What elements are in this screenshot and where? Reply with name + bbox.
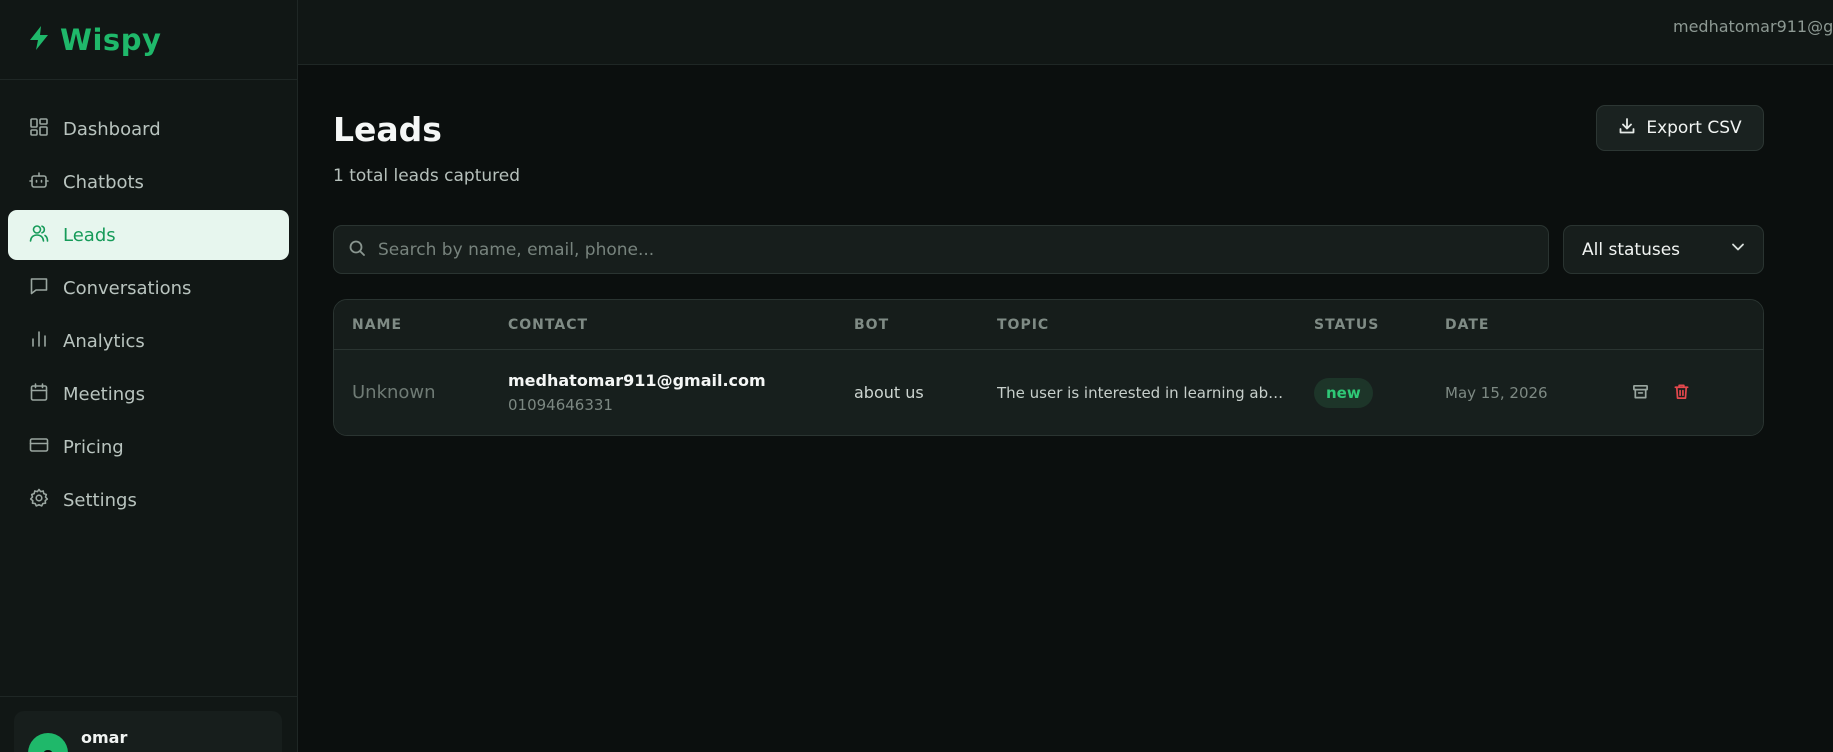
- delete-button[interactable]: [1670, 380, 1692, 402]
- status-filter-select[interactable]: All statuses: [1563, 225, 1764, 274]
- leads-table: NAME CONTACT BOT TOPIC STATUS DATE Unkno…: [333, 299, 1764, 436]
- brand-logo[interactable]: Wispy: [0, 0, 297, 80]
- brand-name: Wispy: [60, 22, 162, 57]
- sidebar-item-label: Dashboard: [63, 118, 161, 140]
- sidebar-item-label: Analytics: [63, 330, 145, 352]
- table-row[interactable]: Unknown medhatomar911@gmail.com 01094646…: [334, 350, 1763, 435]
- column-header-name: NAME: [352, 317, 403, 333]
- sidebar-nav: Dashboard Chatbots Leads Conversations A…: [0, 80, 297, 525]
- bot-icon: [29, 170, 49, 195]
- table-header: NAME CONTACT BOT TOPIC STATUS DATE: [334, 300, 1763, 350]
- bar-chart-icon: [29, 329, 49, 354]
- sidebar-item-conversations[interactable]: Conversations: [8, 263, 289, 313]
- user-email[interactable]: medhatomar911@gmai: [1673, 17, 1833, 36]
- credit-card-icon: [29, 435, 49, 460]
- status-badge: new: [1314, 378, 1373, 408]
- archive-icon: [1632, 384, 1648, 398]
- sidebar-item-label: Conversations: [63, 277, 192, 299]
- lead-topic: The user is interested in learning about…: [997, 384, 1285, 402]
- trash-icon: [1674, 384, 1688, 399]
- sidebar-item-label: Pricing: [63, 436, 124, 458]
- sidebar-footer: o omar: [0, 696, 297, 752]
- sidebar-item-label: Settings: [63, 489, 137, 511]
- sidebar-item-leads[interactable]: Leads: [8, 210, 289, 260]
- search-input[interactable]: [378, 239, 1548, 260]
- archive-button[interactable]: [1629, 380, 1651, 402]
- gear-icon: [29, 488, 49, 513]
- page-subtitle: 1 total leads captured: [333, 166, 521, 186]
- sidebar-item-label: Leads: [63, 224, 116, 246]
- dashboard-icon: [29, 117, 49, 142]
- sidebar-item-label: Chatbots: [63, 171, 144, 193]
- user-name: omar: [81, 728, 128, 747]
- export-csv-button[interactable]: Export CSV: [1596, 105, 1764, 151]
- search-box: [333, 225, 1549, 274]
- sidebar-item-chatbots[interactable]: Chatbots: [8, 157, 289, 207]
- lead-bot: about us: [854, 383, 924, 402]
- user-card[interactable]: o omar: [14, 711, 282, 752]
- sidebar-item-label: Meetings: [63, 383, 145, 405]
- column-header-topic: TOPIC: [997, 317, 1050, 333]
- sidebar-item-meetings[interactable]: Meetings: [8, 369, 289, 419]
- sidebar-item-analytics[interactable]: Analytics: [8, 316, 289, 366]
- bolt-icon: [28, 25, 50, 55]
- avatar: o: [28, 733, 68, 752]
- page-title: Leads: [333, 110, 442, 149]
- topbar: medhatomar911@gmai: [298, 0, 1833, 65]
- lead-phone: 01094646331: [508, 396, 613, 414]
- lead-name: Unknown: [352, 382, 436, 403]
- search-icon: [348, 239, 366, 261]
- chevron-down-icon: [1729, 238, 1747, 261]
- column-header-status: STATUS: [1314, 317, 1380, 333]
- download-icon: [1618, 117, 1636, 140]
- sidebar: Wispy Dashboard Chatbots Leads Conversat…: [0, 0, 298, 752]
- column-header-contact: CONTACT: [508, 317, 589, 333]
- column-header-bot: BOT: [854, 317, 890, 333]
- calendar-icon: [29, 382, 49, 407]
- app-root: Wispy Dashboard Chatbots Leads Conversat…: [0, 0, 1833, 752]
- sidebar-item-pricing[interactable]: Pricing: [8, 422, 289, 472]
- sidebar-item-settings[interactable]: Settings: [8, 475, 289, 525]
- column-header-date: DATE: [1445, 317, 1490, 333]
- message-icon: [29, 276, 49, 301]
- lead-date: May 15, 2026: [1445, 384, 1548, 402]
- sidebar-item-dashboard[interactable]: Dashboard: [8, 104, 289, 154]
- export-csv-label: Export CSV: [1646, 118, 1742, 138]
- lead-email: medhatomar911@gmail.com: [508, 371, 766, 390]
- users-icon: [29, 223, 49, 248]
- status-filter-value: All statuses: [1582, 239, 1681, 260]
